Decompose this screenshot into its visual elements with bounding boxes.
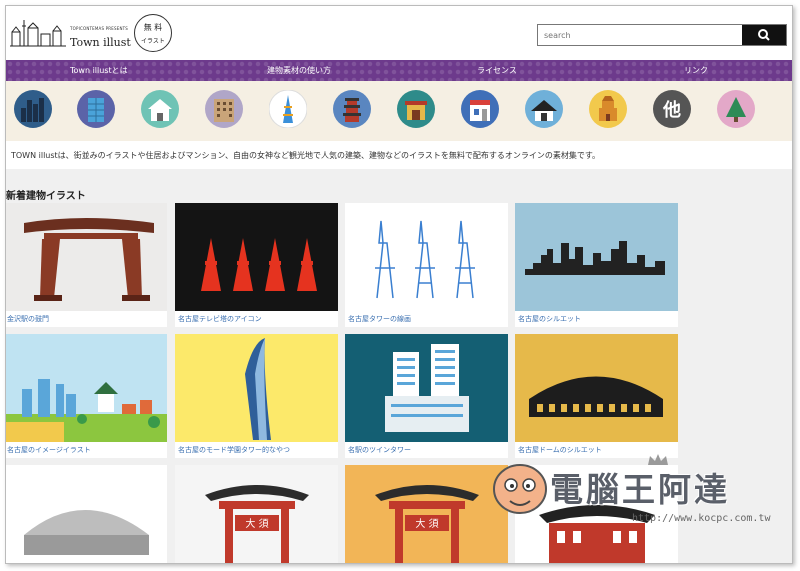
shop-icon[interactable]	[461, 90, 499, 128]
intro-text: TOWN illustは、街並みのイラストや住居およびマンション、自由の女神など…	[11, 151, 601, 160]
category-icon-strip: 他	[6, 81, 792, 141]
site-header: TOPICONTEMAS PRESENTS Town illust 無 料 イラ…	[6, 6, 792, 60]
office-tower-icon[interactable]	[77, 90, 115, 128]
illust-card[interactable]: 大 須	[345, 465, 508, 563]
nagoya-image-illust	[6, 379, 167, 442]
nagoya-dome-silhouette-image	[529, 376, 663, 417]
tree-icon[interactable]	[717, 90, 755, 128]
illust-card[interactable]: 金沢駅の鼓門	[6, 203, 167, 327]
japanese-house-icon[interactable]	[525, 90, 563, 128]
card-thumbnail	[175, 334, 338, 442]
other-icon[interactable]: 他	[653, 90, 691, 128]
card-thumbnail	[345, 203, 508, 311]
watermark-url: http://www.kocpc.com.tw	[632, 513, 771, 524]
search-button[interactable]	[742, 25, 786, 45]
main-nav: Town illustとは 建物素材の使い方 ライセンス リンク	[6, 60, 792, 81]
card-thumbnail	[6, 203, 167, 311]
browser-screenshot: TOPICONTEMAS PRESENTS Town illust 無 料 イラ…	[5, 5, 793, 564]
card-title[interactable]: 名古屋テレビ塔のアイコン	[178, 314, 262, 324]
gate-sign-text: 大 須	[415, 517, 438, 530]
apartment-icon[interactable]	[205, 90, 243, 128]
town-skyline-logo-icon	[10, 20, 66, 47]
card-thumbnail: 大 須	[345, 465, 508, 563]
kocpc-watermark: 電腦王阿達 http://www.kocpc.com.tw	[490, 453, 770, 533]
card-title[interactable]: 名古屋のシルエット	[518, 314, 581, 324]
illust-card[interactable]: 名駅のツインタワー	[345, 334, 508, 458]
illust-card[interactable]	[6, 465, 167, 563]
tokyo-tower-icon[interactable]	[269, 90, 307, 128]
tower-line-art-image	[375, 220, 475, 299]
card-title[interactable]: 名駅のツインタワー	[348, 445, 411, 455]
illust-card[interactable]: 名古屋のイメージイラスト	[6, 334, 167, 458]
other-icon-label: 他	[662, 99, 681, 121]
illust-card[interactable]: 名古屋ドームのシルエット	[515, 334, 678, 458]
castle-icon[interactable]	[589, 90, 627, 128]
badge-line-2: イラスト	[141, 38, 165, 45]
osu-gate-image: 大 須	[205, 485, 309, 563]
nav-item-links[interactable]: リンク	[684, 65, 708, 76]
logo-presents-text: TOPICONTEMAS PRESENTS	[70, 26, 129, 31]
card-title[interactable]: 名古屋のモード学園タワー的なやつ	[178, 445, 290, 455]
search-icon	[758, 29, 770, 41]
watermark-title: 電腦王阿達	[550, 470, 730, 509]
house-icon[interactable]	[141, 90, 179, 128]
osu-gate-orange-image: 大 須	[375, 485, 479, 563]
shrine-gate-icon[interactable]	[397, 90, 435, 128]
mode-gakuen-tower-image	[245, 338, 271, 440]
pagoda-icon[interactable]	[333, 90, 371, 128]
card-thumbnail	[345, 334, 508, 442]
illust-card[interactable]: 名古屋テレビ塔のアイコン	[175, 203, 338, 327]
intro-banner: TOWN illustは、街並みのイラストや住居およびマンション、自由の女神など…	[6, 141, 792, 169]
twin-tower-image	[385, 344, 469, 432]
card-thumbnail	[515, 203, 678, 311]
section-title: 新着建物イラスト	[6, 191, 86, 202]
skyline-icon[interactable]	[14, 90, 52, 128]
card-title[interactable]: 金沢駅の鼓門	[7, 314, 49, 324]
card-thumbnail: 大 須	[175, 465, 338, 563]
dome-gray-image	[24, 510, 149, 555]
search-input[interactable]	[538, 25, 736, 45]
card-thumbnail	[6, 465, 167, 563]
illust-card[interactable]: 名古屋のシルエット	[515, 203, 678, 327]
site-title: Town illust	[70, 36, 131, 49]
badge-line-1: 無 料	[143, 23, 163, 32]
illust-card[interactable]: 名古屋のモード学園タワー的なやつ	[175, 334, 338, 458]
nav-item-license[interactable]: ライセンス	[477, 65, 517, 76]
card-thumbnail	[6, 334, 167, 442]
illust-card[interactable]: 名古屋タワーの線画	[345, 203, 508, 327]
card-title[interactable]: 名古屋のイメージイラスト	[7, 445, 91, 455]
illust-card[interactable]: 大 須	[175, 465, 338, 563]
card-thumbnail	[515, 334, 678, 442]
nav-item-usage[interactable]: 建物素材の使い方	[267, 65, 331, 76]
mascot-logo-icon	[493, 464, 547, 514]
free-illust-badge: 無 料 イラスト	[134, 14, 172, 52]
card-thumbnail	[175, 203, 338, 311]
nagoya-silhouette-image	[525, 241, 665, 275]
nav-item-about[interactable]: Town illustとは	[70, 65, 128, 76]
site-logo[interactable]: TOPICONTEMAS PRESENTS Town illust 無 料 イラ…	[8, 12, 172, 52]
tv-tower-icons-image	[201, 238, 317, 291]
tsuzumi-gate-image	[24, 218, 154, 301]
search-box	[537, 24, 787, 46]
gate-sign-text: 大 須	[245, 517, 268, 530]
card-title[interactable]: 名古屋タワーの線画	[348, 314, 411, 324]
